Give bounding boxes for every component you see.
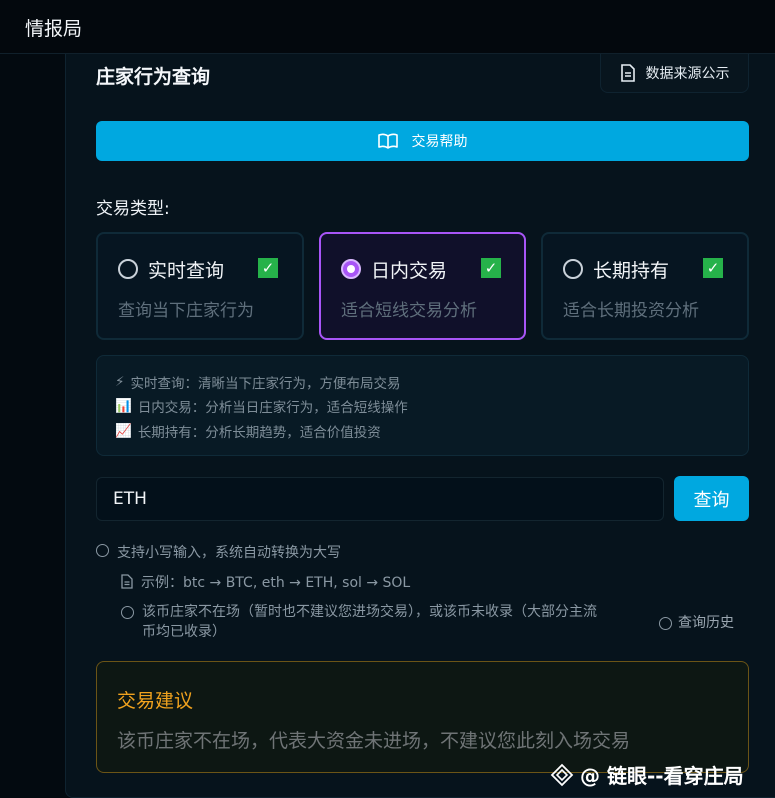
lightning-icon: ⚡	[115, 374, 125, 390]
query-button[interactable]: 查询	[674, 476, 749, 521]
hint-example: 示例：btc → BTC, eth → ETH, sol → SOL	[121, 572, 410, 592]
info-line-realtime: ⚡ 实时查询：清晰当下庄家行为，方便布局交易	[115, 374, 401, 392]
document-icon	[121, 574, 133, 589]
diamond-logo-icon	[550, 763, 574, 786]
checkbox-checked-icon: ✓	[258, 258, 278, 278]
clock-icon	[121, 606, 134, 619]
hint-status: 该币庄家不在场（暂时也不建议您进场交易），或该币未收录（大部分主流 币均已收录）	[121, 602, 597, 642]
data-source-label: 数据来源公示	[645, 66, 730, 82]
checkbox-checked-icon: ✓	[703, 258, 723, 278]
symbol-search-input[interactable]	[96, 477, 664, 521]
bar-chart-icon: 📊	[115, 398, 132, 414]
option-description: 适合长期投资分析	[563, 301, 699, 321]
trend-chart-icon: 📈	[115, 423, 132, 439]
app-title: 情报局	[25, 18, 83, 40]
status-line-2: 币均已收录）	[142, 624, 226, 640]
option-description: 查询当下庄家行为	[118, 301, 254, 321]
book-icon	[377, 133, 398, 149]
data-source-button[interactable]: 数据来源公示	[600, 54, 749, 93]
clock-icon	[659, 616, 672, 630]
top-bar: 情报局	[0, 0, 775, 54]
query-history-link[interactable]: 查询历史	[659, 612, 734, 632]
page-title: 庄家行为查询	[96, 66, 211, 88]
trade-type-label: 交易类型:	[96, 199, 170, 219]
option-title: 实时查询	[148, 260, 225, 282]
trade-type-info-box: ⚡ 实时查询：清晰当下庄家行为，方便布局交易 📊 日内交易：分析当日庄家行为，适…	[96, 355, 749, 456]
status-line-1: 该币庄家不在场（暂时也不建议您进场交易），或该币未收录（大部分主流	[142, 604, 597, 620]
info-icon	[96, 544, 109, 557]
option-title: 长期持有	[593, 260, 670, 282]
hint-lowercase: 支持小写输入，系统自动转换为大写	[96, 542, 341, 562]
advice-text: 该币庄家不在场，代表大资金未进场，不建议您此刻入场交易	[117, 730, 631, 752]
checkbox-checked-icon: ✓	[481, 258, 501, 278]
option-title: 日内交易	[371, 260, 448, 282]
info-line-intraday: 📊 日内交易：分析当日庄家行为，适合短线操作	[115, 398, 408, 416]
radio-button-selected[interactable]	[341, 259, 361, 279]
trade-help-label: 交易帮助	[411, 134, 468, 150]
document-icon	[620, 64, 635, 82]
trade-help-button[interactable]: 交易帮助	[96, 121, 749, 161]
trade-type-option-intraday[interactable]: 日内交易 ✓ 适合短线交易分析	[319, 232, 526, 340]
radio-button[interactable]	[563, 259, 583, 279]
radio-button[interactable]	[118, 259, 138, 279]
trade-advice-card: 交易建议 该币庄家不在场，代表大资金未进场，不建议您此刻入场交易	[96, 661, 749, 773]
trade-type-option-realtime[interactable]: 实时查询 ✓ 查询当下庄家行为	[96, 232, 304, 340]
advice-title: 交易建议	[117, 690, 194, 712]
watermark: @ 链眼--看穿庄局	[550, 760, 744, 789]
option-description: 适合短线交易分析	[341, 301, 477, 321]
trade-type-option-longterm[interactable]: 长期持有 ✓ 适合长期投资分析	[541, 232, 749, 340]
info-line-longterm: 📈 长期持有：分析长期趋势，适合价值投资	[115, 423, 381, 441]
